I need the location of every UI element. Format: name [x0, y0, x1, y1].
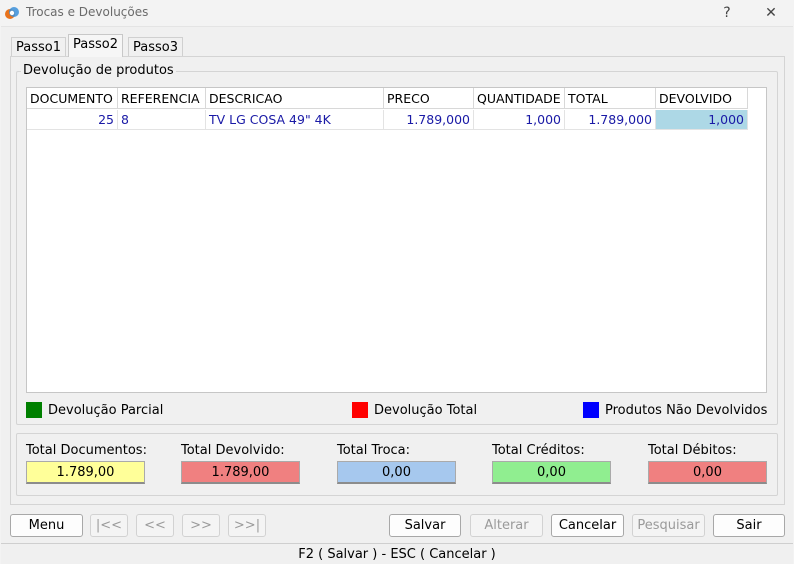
- previous-record-button[interactable]: <<: [136, 514, 174, 537]
- alterar-button-label: Alterar: [484, 518, 529, 533]
- first-record-button[interactable]: |<<: [90, 514, 128, 537]
- header-devolvido[interactable]: DEVOLVIDO: [656, 88, 748, 109]
- legend-partial-swatch: [26, 402, 42, 418]
- total-documentos-field: 1.789,00: [26, 461, 145, 484]
- total-documentos-label: Total Documentos:: [26, 443, 147, 458]
- app-logo-icon: [5, 7, 19, 19]
- header-total[interactable]: TOTAL: [565, 88, 656, 109]
- legend-partial-label: Devolução Parcial: [48, 403, 164, 418]
- pesquisar-button[interactable]: Pesquisar: [632, 514, 705, 537]
- pesquisar-button-label: Pesquisar: [637, 518, 700, 533]
- close-button[interactable]: ✕: [757, 3, 785, 23]
- next-record-button[interactable]: >>: [182, 514, 220, 537]
- header-referencia[interactable]: REFERENCIA: [118, 88, 206, 109]
- cancelar-button[interactable]: Cancelar: [551, 514, 624, 537]
- total-creditos-label: Total Créditos:: [492, 443, 585, 458]
- cancelar-button-label: Cancelar: [558, 518, 617, 533]
- alterar-button[interactable]: Alterar: [470, 514, 543, 537]
- sair-button-label: Sair: [736, 518, 762, 533]
- cell-quantidade[interactable]: 1,000: [474, 110, 565, 130]
- status-bar: F2 ( Salvar ) - ESC ( Cancelar ): [1, 543, 793, 564]
- total-troca-label: Total Troca:: [337, 443, 411, 458]
- help-button[interactable]: ?: [713, 3, 741, 23]
- header-preco[interactable]: PRECO: [384, 88, 474, 109]
- menu-button-label: Menu: [28, 518, 65, 533]
- total-debitos-field: 0,00: [648, 461, 767, 484]
- tab-passo1[interactable]: Passo1: [11, 37, 66, 57]
- total-debitos-label: Total Débitos:: [648, 443, 737, 458]
- legend-not-returned-swatch: [583, 402, 599, 418]
- header-descricao[interactable]: DESCRICAO: [206, 88, 384, 109]
- products-grid[interactable]: DOCUMENTO REFERENCIA DESCRICAO PRECO QUA…: [26, 87, 767, 393]
- total-devolvido-field: 1.789,00: [181, 461, 300, 484]
- total-devolvido-label: Total Devolvido:: [181, 443, 285, 458]
- salvar-button[interactable]: Salvar: [389, 514, 461, 537]
- legend-total-label: Devolução Total: [374, 403, 478, 418]
- last-record-button[interactable]: >>|: [228, 514, 266, 537]
- cell-total[interactable]: 1.789,000: [565, 110, 656, 130]
- header-quantidade[interactable]: QUANTIDADE: [474, 88, 565, 109]
- cell-descricao[interactable]: TV LG COSA 49" 4K: [206, 110, 384, 130]
- group-title: Devolução de produtos: [21, 63, 176, 78]
- sair-button[interactable]: Sair: [713, 514, 785, 537]
- cell-referencia[interactable]: 8: [118, 110, 206, 130]
- cell-documento[interactable]: 25: [27, 110, 118, 130]
- salvar-button-label: Salvar: [404, 518, 446, 533]
- tab-passo3[interactable]: Passo3: [128, 37, 183, 57]
- tab-passo2[interactable]: Passo2: [68, 34, 123, 57]
- cell-preco[interactable]: 1.789,000: [384, 110, 474, 130]
- legend-not-returned-label: Produtos Não Devolvidos: [605, 403, 768, 418]
- legend-total-swatch: [352, 402, 368, 418]
- menu-button[interactable]: Menu: [10, 514, 83, 537]
- cell-devolvido[interactable]: 1,000: [656, 110, 748, 130]
- table-row[interactable]: 25 8 TV LG COSA 49" 4K 1.789,000 1,000 1…: [27, 110, 757, 130]
- header-documento[interactable]: DOCUMENTO: [27, 88, 118, 109]
- window-title: Trocas e Devoluções: [26, 5, 149, 19]
- title-bar: Trocas e Devoluções ? ✕: [0, 0, 794, 26]
- total-troca-field: 0,00: [337, 461, 456, 484]
- grid-header: DOCUMENTO REFERENCIA DESCRICAO PRECO QUA…: [27, 88, 757, 109]
- total-creditos-field: 0,00: [492, 461, 611, 484]
